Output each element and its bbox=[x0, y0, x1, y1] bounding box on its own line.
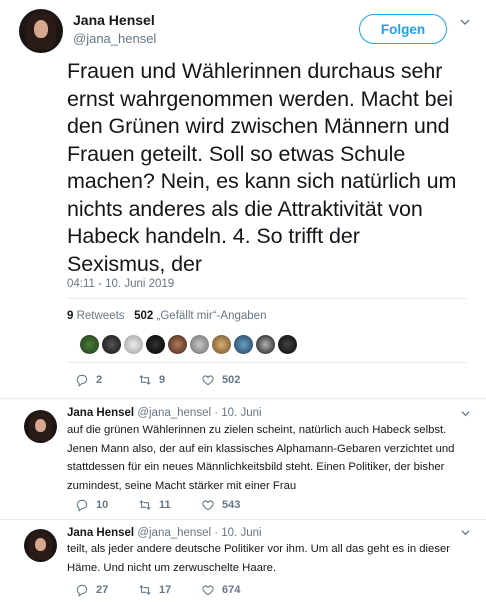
retweet-count: 17 bbox=[159, 584, 172, 596]
like-icon bbox=[202, 500, 214, 511]
liker-avatar[interactable] bbox=[212, 335, 231, 354]
author-handle[interactable]: @jana_hensel bbox=[73, 31, 156, 46]
reply-count: 27 bbox=[96, 584, 109, 596]
reply-actions: 10 11 543 bbox=[75, 498, 240, 512]
reply-author-avatar[interactable] bbox=[24, 410, 57, 443]
reply-author-name[interactable]: Jana Hensel bbox=[67, 527, 134, 539]
liker-avatar[interactable] bbox=[278, 335, 297, 354]
reply-author-handle[interactable]: @jana_hensel bbox=[137, 527, 211, 539]
liker-avatar[interactable] bbox=[256, 335, 275, 354]
retweet-count: 11 bbox=[159, 499, 171, 511]
reply-button[interactable]: 10 bbox=[75, 498, 138, 512]
tweet-text: Frauen und Wählerinnen durchaus sehr ern… bbox=[67, 59, 457, 276]
likes-count[interactable]: 502 bbox=[134, 310, 153, 322]
like-icon bbox=[202, 375, 214, 386]
divider bbox=[67, 362, 467, 363]
liker-avatar[interactable] bbox=[146, 335, 165, 354]
reply-date[interactable]: · 10. Juni bbox=[214, 407, 261, 419]
divider bbox=[67, 298, 467, 299]
like-icon bbox=[202, 585, 214, 596]
reply-text: teilt, als jeder andere deutsche Politik… bbox=[67, 543, 451, 574]
caret-down-icon[interactable] bbox=[460, 17, 470, 27]
like-count: 543 bbox=[222, 499, 241, 511]
tweet-timestamp[interactable]: 04:11 - 10. Juni 2019 bbox=[67, 278, 174, 290]
reply-date[interactable]: · 10. Juni bbox=[214, 527, 261, 539]
reply-author-name[interactable]: Jana Hensel bbox=[67, 407, 134, 419]
retweet-button[interactable]: 11 bbox=[138, 498, 201, 512]
reply-text: auf die grünen Wählerinnen zu zielen sch… bbox=[67, 424, 455, 492]
divider bbox=[0, 398, 486, 399]
caret-down-icon[interactable] bbox=[461, 528, 470, 539]
tweet-stats: 9 Retweets 502 „Gefällt mir“-Angaben bbox=[67, 310, 266, 322]
reply-button[interactable]: 27 bbox=[75, 583, 138, 597]
author-name[interactable]: Jana Hensel bbox=[73, 12, 155, 28]
follow-button[interactable]: Folgen bbox=[359, 14, 447, 44]
liker-avatar[interactable] bbox=[168, 335, 187, 354]
like-button[interactable]: 674 bbox=[201, 583, 240, 597]
liker-avatar[interactable] bbox=[190, 335, 209, 354]
liker-avatar[interactable] bbox=[102, 335, 121, 354]
retweet-button[interactable]: 17 bbox=[138, 583, 201, 597]
like-count: 502 bbox=[222, 374, 241, 386]
reply-header: Jana Hensel @jana_hensel · 10. Juni bbox=[67, 527, 262, 539]
reply-count: 2 bbox=[96, 374, 103, 386]
like-button[interactable]: 502 bbox=[201, 373, 240, 387]
retweets-count[interactable]: 9 bbox=[67, 310, 73, 322]
like-button[interactable]: 543 bbox=[201, 498, 240, 512]
tweet-actions: 2 9 502 bbox=[75, 373, 240, 387]
author-avatar[interactable] bbox=[19, 9, 63, 53]
reply-actions: 27 17 674 bbox=[75, 583, 240, 597]
caret-down-icon[interactable] bbox=[461, 409, 470, 420]
reply-icon bbox=[76, 584, 88, 597]
retweets-label[interactable]: Retweets bbox=[77, 310, 125, 322]
reply-author-handle[interactable]: @jana_hensel bbox=[137, 407, 211, 419]
reply-count: 10 bbox=[96, 499, 109, 511]
liker-avatar[interactable] bbox=[80, 335, 99, 354]
retweet-count: 9 bbox=[159, 374, 166, 386]
retweet-button[interactable]: 9 bbox=[138, 373, 201, 387]
like-count: 674 bbox=[222, 584, 241, 596]
likes-label[interactable]: „Gefällt mir“-Angaben bbox=[157, 310, 267, 322]
liker-avatar[interactable] bbox=[124, 335, 143, 354]
reply-header: Jana Hensel @jana_hensel · 10. Juni bbox=[67, 407, 262, 419]
retweet-icon bbox=[139, 585, 151, 595]
liker-avatar[interactable] bbox=[234, 335, 253, 354]
retweet-icon bbox=[139, 500, 151, 510]
reply-author-avatar[interactable] bbox=[24, 529, 57, 562]
reply-icon bbox=[76, 499, 88, 512]
retweet-icon bbox=[139, 375, 151, 385]
reply-button[interactable]: 2 bbox=[75, 373, 138, 387]
reply-icon bbox=[76, 374, 88, 387]
divider bbox=[0, 519, 486, 520]
likers-avatars bbox=[80, 335, 297, 354]
